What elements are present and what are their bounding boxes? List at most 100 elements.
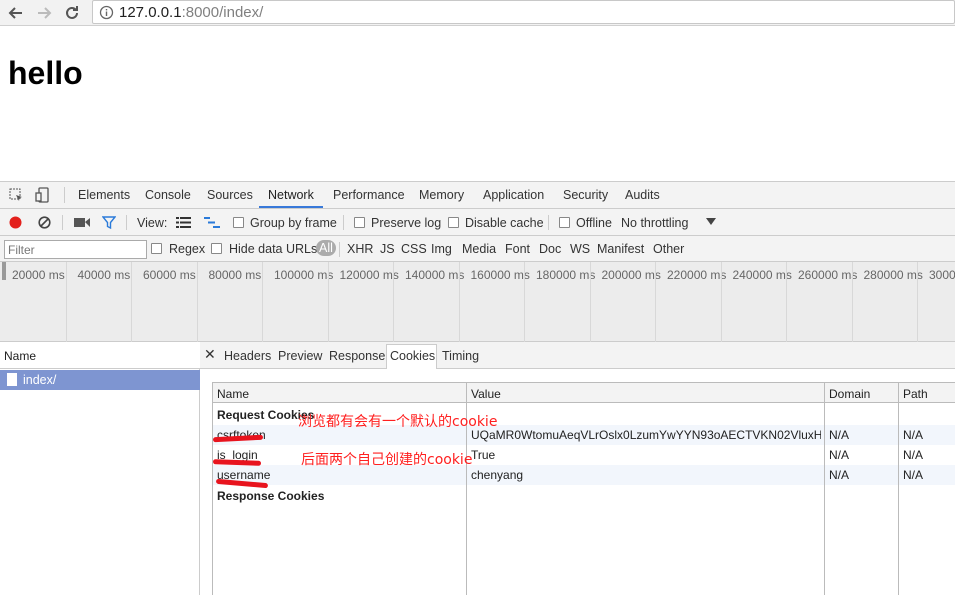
device-toolbar-icon[interactable] [35,187,50,203]
timeline-gridline [720,262,722,342]
filter-type-font[interactable]: Font [505,242,530,256]
timeline-tick-label: 180000 ms [536,268,596,282]
inspect-element-icon[interactable] [9,188,24,203]
filter-type-xhr[interactable]: XHR [347,242,373,256]
hide-data-urls-checkbox[interactable] [211,243,222,254]
request-list-header[interactable]: Name [0,342,200,369]
detail-tab-preview[interactable]: Preview [278,349,322,363]
info-icon [99,5,114,20]
detail-tab-response[interactable]: Response [329,349,385,363]
clear-icon[interactable] [38,216,51,229]
tab-security[interactable]: Security [563,188,608,202]
request-row-index[interactable]: index/ [0,370,200,390]
preserve-log-checkbox[interactable] [354,217,365,228]
timeline-tick-label: 300000 [929,268,955,282]
filter-type-ws[interactable]: WS [570,242,590,256]
group-by-frame-checkbox[interactable] [233,217,244,228]
cookie-path: N/A [903,468,924,482]
controls-separator [62,215,63,230]
request-name: index/ [23,373,57,387]
tab-network[interactable]: Network [268,188,314,202]
back-arrow-icon [8,7,22,19]
timeline-tick-label: 220000 ms [667,268,727,282]
tab-console[interactable]: Console [145,188,191,202]
filter-type-manifest[interactable]: Manifest [597,242,644,256]
filter-type-media[interactable]: Media [462,242,496,256]
waterfall-icon[interactable] [204,217,220,228]
document-icon [7,373,17,386]
url-host: 127.0.0.1 [119,4,182,21]
controls-separator [126,215,127,230]
dropdown-arrow-icon[interactable] [706,218,716,226]
timeline-tick-label: 120000 ms [339,268,399,282]
column-header-path[interactable]: Path [903,387,928,401]
back-button[interactable] [6,3,26,23]
filter-input[interactable] [4,240,147,259]
timeline-tick-label: 260000 ms [798,268,858,282]
filter-funnel-icon[interactable] [102,216,116,229]
network-timeline-overview[interactable]: 20000 ms 40000 ms 60000 ms 80000 ms 100000 m… [0,262,955,342]
cookies-table-header: Name Value Domain Path [213,383,955,403]
column-header-value[interactable]: Value [471,387,501,401]
group-by-frame-label: Group by frame [250,216,337,230]
reload-icon [66,6,78,19]
close-detail-icon[interactable]: ✕ [204,346,216,363]
devtools-panel: Elements Console Sources Network Perform… [0,181,955,595]
tab-memory[interactable]: Memory [419,188,464,202]
timeline-tick-label: 40000 ms [77,268,131,282]
tab-audits[interactable]: Audits [625,188,660,202]
page-heading: hello [8,55,83,91]
cookie-value: chenyang [471,468,524,482]
detail-tab-timing[interactable]: Timing [442,349,479,363]
forward-button[interactable] [34,3,54,23]
timeline-tick-label: 20000 ms [12,268,65,282]
url-path: :8000/index/ [181,4,264,21]
address-bar[interactable]: 127.0.0.1:8000/index/ [92,0,955,24]
offline-checkbox[interactable] [559,217,570,228]
tab-performance[interactable]: Performance [333,188,405,202]
filter-type-other[interactable]: Other [653,242,684,256]
tab-application[interactable]: Application [483,188,544,202]
request-list: Name index/ [0,342,200,595]
camera-icon[interactable] [74,217,90,228]
timeline-gridline [458,262,460,342]
timeline-gridline [393,262,394,342]
hide-data-urls-label: Hide data URLs [229,242,318,256]
url-text: 127.0.0.1:8000/index/ [119,4,263,21]
filter-type-all[interactable]: All [316,240,336,256]
name-column-header: Name [4,349,37,363]
throttling-select[interactable]: No throttling [621,216,688,230]
timeline-gridline [262,262,263,342]
tab-sources[interactable]: Sources [207,188,253,202]
detail-tab-headers[interactable]: Headers [224,349,271,363]
cookie-domain: N/A [829,428,850,442]
record-icon[interactable] [9,216,22,229]
timeline-handle[interactable] [2,262,6,280]
detail-tab-cookies[interactable]: Cookies [390,349,435,363]
disable-cache-checkbox[interactable] [448,217,459,228]
tab-elements[interactable]: Elements [78,188,130,202]
filter-type-img[interactable]: Img [431,242,452,256]
column-header-domain[interactable]: Domain [829,387,870,401]
cookie-value: UQaMR0WtomuAeqVLrOslx0LzumYwYYN93oAECTVK… [471,428,821,442]
timeline-gridline [851,262,853,342]
regex-label: Regex [169,242,206,256]
reload-button[interactable] [62,3,82,23]
filter-type-js[interactable]: JS [380,242,395,256]
filter-type-doc[interactable]: Doc [539,242,561,256]
filter-separator [339,242,340,257]
preserve-log-label: Preserve log [371,216,442,230]
timeline-tick-label: 100000 ms [274,268,334,282]
timeline-tick-label: 200000 ms [601,268,661,282]
filter-type-css[interactable]: CSS [401,242,427,256]
controls-separator [343,215,344,230]
timeline-gridline [65,262,67,342]
disable-cache-label: Disable cache [465,216,544,230]
column-header-name[interactable]: Name [217,387,249,401]
timeline-tick-label: 80000 ms [208,268,262,282]
regex-checkbox[interactable] [151,243,162,254]
large-rows-icon[interactable] [176,217,191,228]
devtools-tabbar: Elements Console Sources Network Perform… [0,182,955,209]
timeline-tick-label: 240000 ms [732,268,792,282]
column-divider [824,383,825,595]
